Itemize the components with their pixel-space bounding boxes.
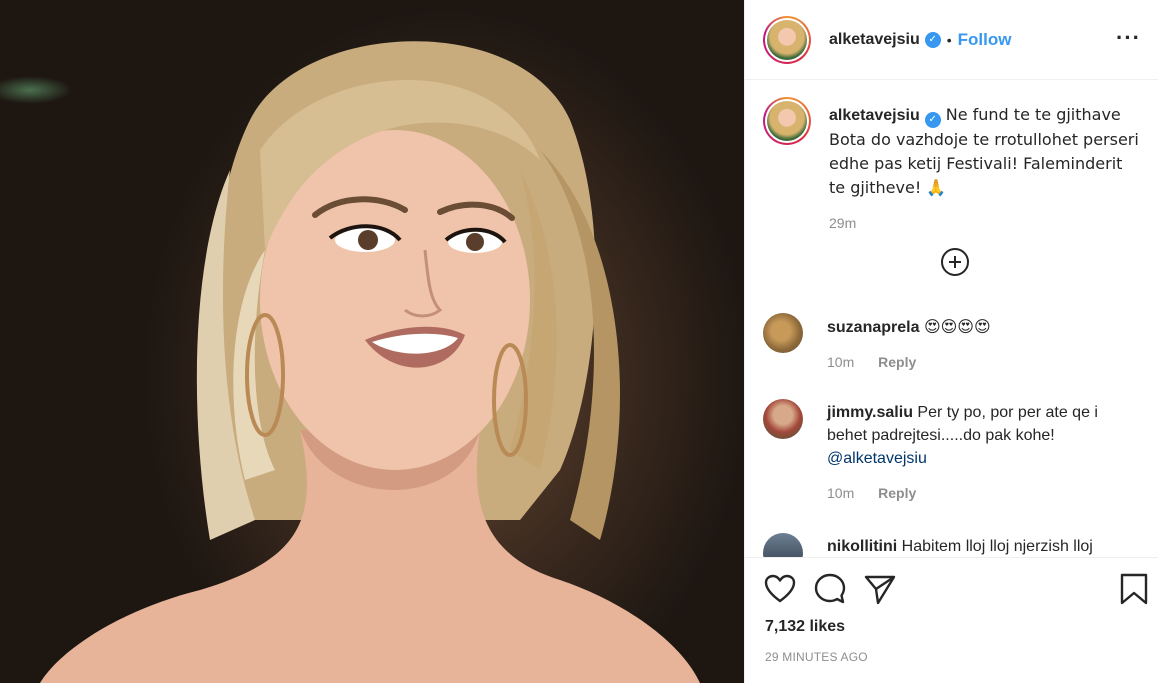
- follow-button[interactable]: Follow: [958, 30, 1012, 50]
- commenter-username[interactable]: suzanaprela: [827, 319, 919, 336]
- portrait-image: [40, 41, 700, 683]
- more-options-icon[interactable]: ···: [1116, 27, 1141, 49]
- post-header: alketavejsiu ✓ • Follow ···: [745, 0, 1158, 80]
- comment-item: jimmy.saliu Per ty po, por per ate qe i …: [763, 399, 1143, 505]
- comment-text: 😍😍😍😍: [923, 317, 991, 336]
- comment-item: suzanaprela 😍😍😍😍 10m Reply: [763, 313, 1143, 374]
- author-username[interactable]: alketavejsiu: [829, 31, 920, 49]
- comment-age: 10m: [827, 354, 855, 370]
- mention-link[interactable]: @alketavejsiu: [827, 450, 927, 467]
- heart-icon[interactable]: [763, 572, 797, 606]
- commenter-avatar[interactable]: [763, 313, 803, 353]
- author-avatar[interactable]: [763, 15, 811, 64]
- separator-dot: •: [946, 31, 952, 48]
- plus-circle-icon[interactable]: [941, 248, 969, 276]
- commenter-avatar[interactable]: [763, 533, 803, 557]
- caption-avatar[interactable]: [763, 97, 811, 145]
- share-icon[interactable]: [863, 572, 897, 606]
- reply-button[interactable]: Reply: [878, 485, 916, 501]
- action-bar: 7,132 likes 29 MINUTES AGO: [745, 557, 1158, 683]
- likes-count[interactable]: 7,132 likes: [765, 618, 845, 636]
- post-panel: alketavejsiu ✓ • Follow ··· alketavejsiu…: [744, 0, 1158, 683]
- comment-item: nikollitini Habitem lloj lloj njerzish l…: [763, 533, 1143, 557]
- commenter-username[interactable]: nikollitini: [827, 538, 897, 555]
- comment-text: Habitem lloj lloj njerzish lloj: [901, 538, 1093, 555]
- caption-username[interactable]: alketavejsiu: [829, 107, 920, 124]
- caption: alketavejsiu ✓ Ne fund te te gjithave Bota…: [763, 97, 1143, 235]
- comment-icon[interactable]: [813, 572, 847, 606]
- verified-badge-icon: ✓: [924, 31, 941, 48]
- commenter-username[interactable]: jimmy.saliu: [827, 404, 913, 421]
- post-timestamp: 29 MINUTES AGO: [765, 650, 868, 664]
- reply-button[interactable]: Reply: [878, 354, 916, 370]
- bookmark-icon[interactable]: [1117, 572, 1151, 606]
- commenter-avatar[interactable]: [763, 399, 803, 439]
- post-photo[interactable]: [0, 0, 744, 683]
- verified-badge-icon: ✓: [924, 111, 941, 128]
- caption-age: 29m: [829, 214, 857, 231]
- comment-age: 10m: [827, 485, 855, 501]
- comments-section[interactable]: alketavejsiu ✓ Ne fund te te gjithave Bota…: [745, 81, 1158, 557]
